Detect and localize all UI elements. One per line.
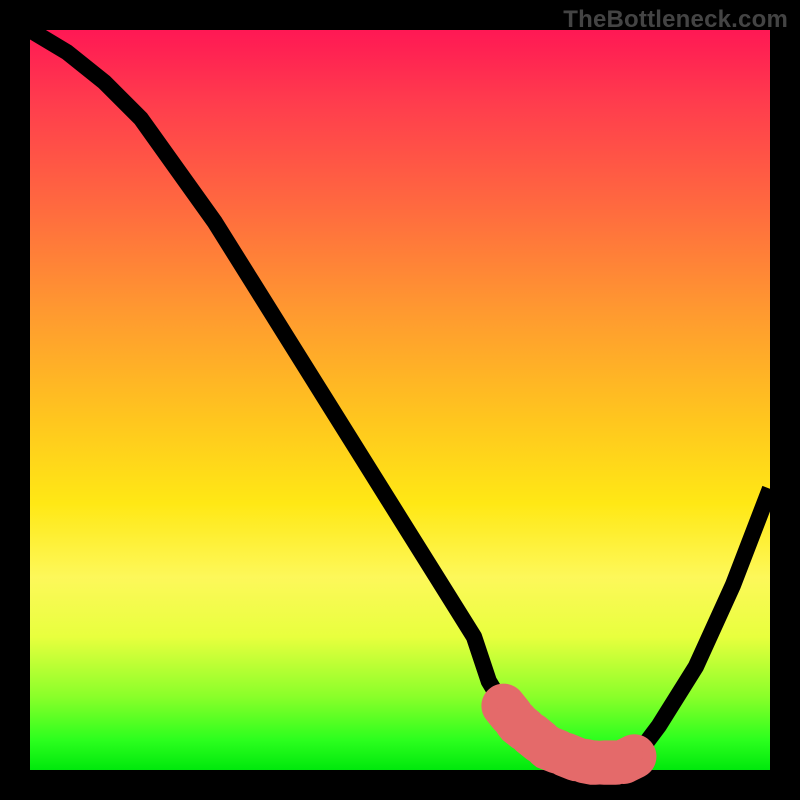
- bottleneck-curve: [30, 30, 770, 763]
- valley-dot-left: [497, 699, 510, 712]
- valley-dot-right: [630, 749, 643, 762]
- chart-frame: TheBottleneck.com: [0, 0, 800, 800]
- plot-svg: [30, 30, 770, 770]
- plot-area: [30, 30, 770, 770]
- valley-highlight: [504, 706, 637, 763]
